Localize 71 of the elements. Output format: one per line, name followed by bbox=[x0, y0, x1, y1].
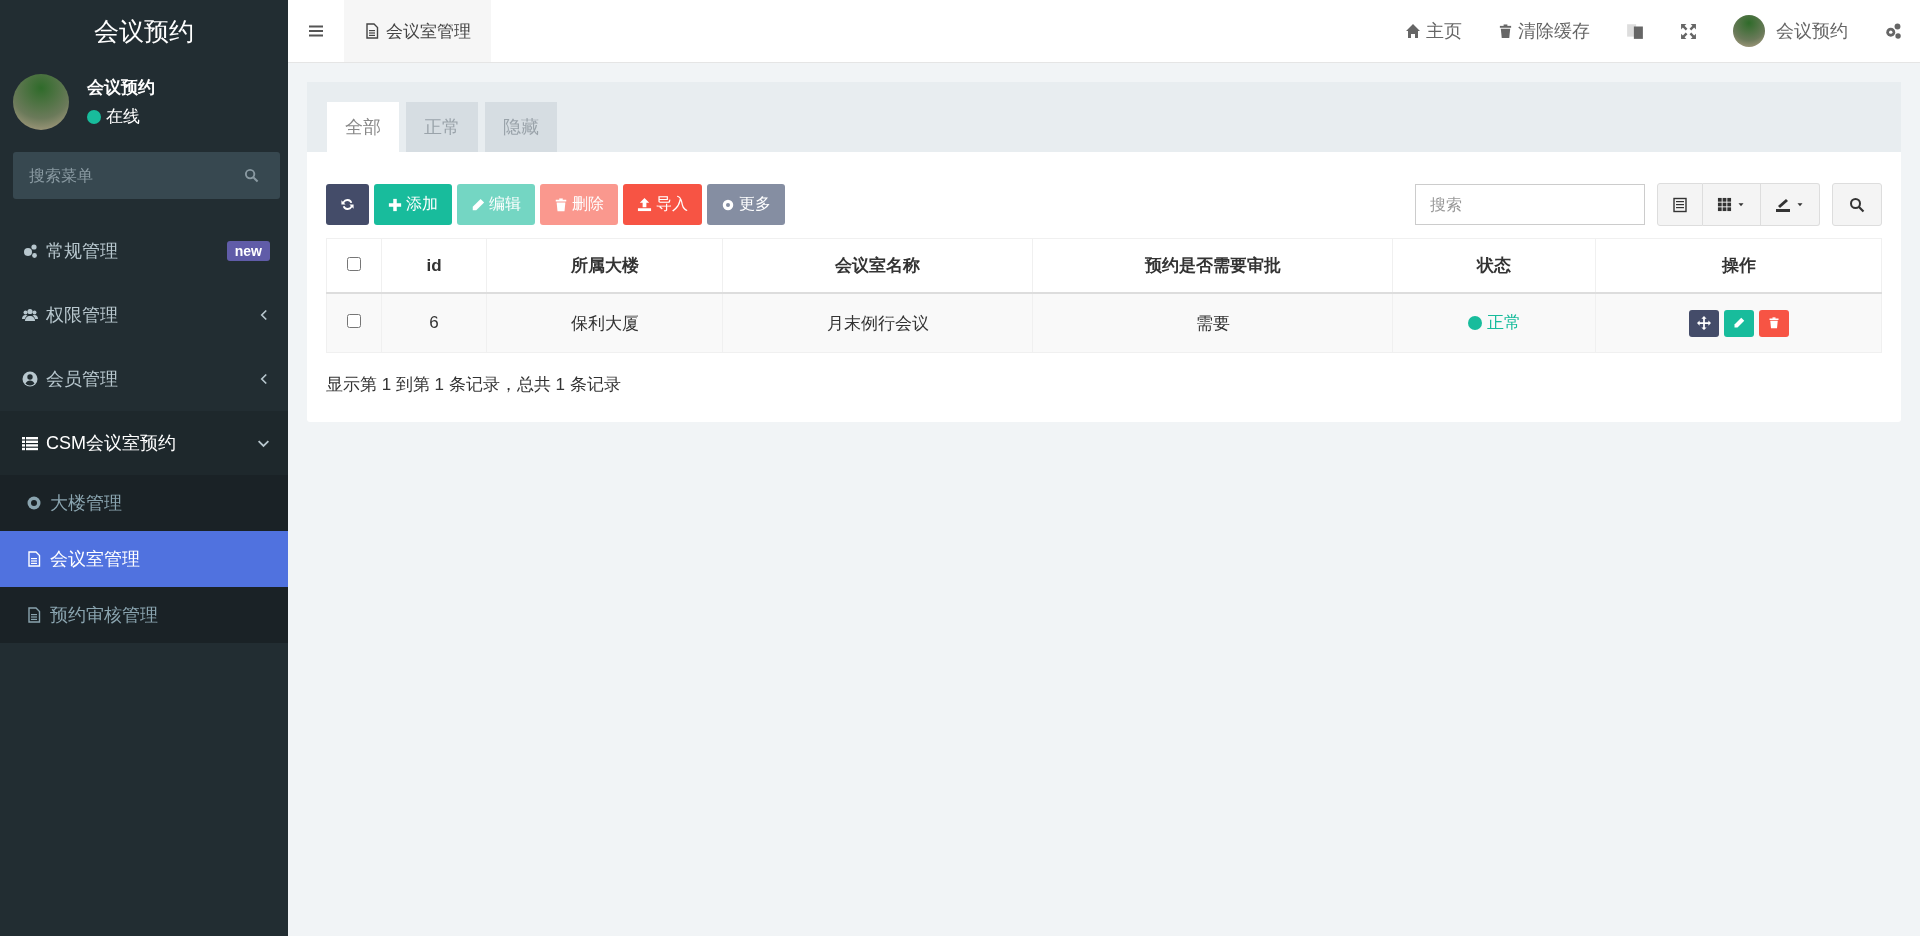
trash-icon bbox=[1767, 317, 1780, 329]
search-icon bbox=[1849, 196, 1865, 213]
pagination-info: 显示第 1 到第 1 条记录，总共 1 条记录 bbox=[326, 374, 622, 396]
search-field[interactable]: 搜索 bbox=[1415, 184, 1645, 225]
column-header: id bbox=[426, 255, 442, 275]
page-tab[interactable]: 会议室管理 bbox=[344, 0, 491, 62]
table-cell: 需要 bbox=[1195, 313, 1230, 333]
row-checkbox[interactable] bbox=[347, 314, 361, 328]
toggle-view-button[interactable] bbox=[1657, 183, 1703, 226]
move-icon bbox=[1696, 316, 1711, 330]
menu-search-field[interactable]: 搜索菜单 bbox=[13, 152, 280, 199]
sidebar-item[interactable]: 权限管理 bbox=[0, 283, 288, 347]
row-delete-button[interactable] bbox=[1758, 309, 1789, 337]
filter-tab[interactable]: 全部 bbox=[327, 102, 399, 152]
table-cell: 保利大厦 bbox=[570, 313, 639, 333]
search-button[interactable] bbox=[1832, 183, 1882, 226]
grid-icon bbox=[1717, 197, 1732, 212]
status-text: 正常 bbox=[1486, 312, 1521, 335]
pencil-icon bbox=[471, 197, 485, 212]
user-name: 会议预约 bbox=[87, 77, 155, 99]
file-icon bbox=[364, 23, 380, 39]
sidebar-item[interactable]: CSM会议室预约 bbox=[0, 411, 288, 475]
plus-icon bbox=[388, 197, 402, 212]
menu-icon bbox=[308, 23, 324, 39]
column-header: 状态 bbox=[1477, 256, 1511, 275]
home-link[interactable]: 主页 bbox=[1387, 0, 1480, 62]
avatar bbox=[13, 74, 69, 130]
user-menu[interactable]: 会议预约 bbox=[1715, 0, 1866, 62]
import-button[interactable]: 导入 bbox=[623, 184, 702, 225]
gear-icon bbox=[721, 197, 735, 212]
upload-icon bbox=[637, 197, 652, 212]
users-icon bbox=[22, 307, 38, 323]
home-icon bbox=[1405, 23, 1421, 39]
user-status: 在线 bbox=[106, 106, 140, 128]
submenu-item[interactable]: 大楼管理 bbox=[0, 475, 288, 531]
sidebar-item[interactable]: 常规管理 new bbox=[0, 219, 288, 283]
export-button[interactable] bbox=[1761, 183, 1820, 226]
trash-icon bbox=[1498, 23, 1513, 39]
user-circle-icon bbox=[22, 371, 38, 387]
new-badge: new bbox=[226, 241, 270, 261]
file-icon bbox=[26, 607, 42, 623]
refresh-icon bbox=[340, 197, 355, 212]
search-icon bbox=[244, 168, 259, 183]
submenu-item[interactable]: 会议室管理 bbox=[0, 531, 288, 587]
export-icon bbox=[1775, 196, 1791, 213]
table-cell: 月末例行会议 bbox=[826, 313, 929, 333]
list-icon bbox=[22, 435, 38, 451]
gears-icon bbox=[22, 243, 38, 259]
column-header: 操作 bbox=[1721, 256, 1756, 275]
refresh-button[interactable] bbox=[326, 184, 369, 225]
online-dot bbox=[87, 109, 101, 124]
gears-icon bbox=[1884, 22, 1902, 40]
columns-button[interactable] bbox=[1703, 183, 1761, 226]
translate-icon bbox=[1626, 22, 1644, 40]
clear-cache-link[interactable]: 清除缓存 bbox=[1480, 0, 1608, 62]
drag-button[interactable] bbox=[1688, 309, 1719, 337]
table-icon bbox=[1672, 196, 1688, 213]
table-cell: 6 bbox=[429, 313, 439, 332]
expand-icon bbox=[1680, 22, 1697, 40]
column-header: 预约是否需要审批 bbox=[1144, 256, 1281, 275]
sidebar-item[interactable]: 会员管理 bbox=[0, 347, 288, 411]
column-header: 所属大楼 bbox=[570, 256, 639, 275]
avatar bbox=[1733, 15, 1765, 47]
submenu-item[interactable]: 预约审核管理 bbox=[0, 587, 288, 643]
column-header: 会议室名称 bbox=[835, 256, 920, 275]
trash-icon bbox=[554, 197, 568, 212]
more-button[interactable]: 更多 bbox=[707, 184, 785, 225]
select-all-checkbox[interactable] bbox=[347, 256, 361, 271]
app-title: 会议预约 bbox=[93, 15, 195, 47]
file-icon bbox=[26, 551, 42, 567]
pencil-icon bbox=[1732, 317, 1745, 329]
